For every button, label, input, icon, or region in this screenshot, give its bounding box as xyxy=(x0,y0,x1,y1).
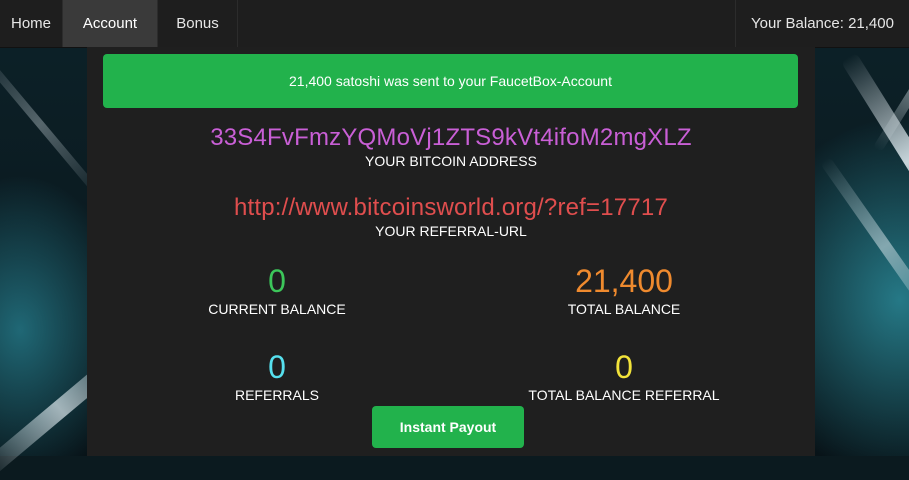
top-navbar: Home Account Bonus Your Balance: 21,400 xyxy=(0,0,909,48)
current-balance-value: 0 xyxy=(268,263,286,299)
referrals-value: 0 xyxy=(268,349,286,385)
nav-home-link[interactable]: Home xyxy=(0,0,63,47)
referrals-label: REFERRALS xyxy=(234,387,320,403)
balance-display: Your Balance: 21,400 xyxy=(735,0,909,47)
bitcoin-address: 33S4FvFmzYQMoVj1ZTS9kVt4ifoM2mgXLZ xyxy=(210,124,692,151)
success-alert: 21,400 satoshi was sent to your FaucetBo… xyxy=(103,54,798,108)
instant-payout-button[interactable]: Instant Payout xyxy=(372,406,524,448)
referral-url-caption: YOUR REFERRAL-URL xyxy=(375,223,527,239)
total-balance-referral-value: 0 xyxy=(615,349,633,385)
nav-account-link[interactable]: Account xyxy=(63,0,158,47)
total-balance-value: 21,400 xyxy=(575,263,673,299)
account-panel: 21,400 satoshi was sent to your FaucetBo… xyxy=(87,47,815,456)
bitcoin-address-caption: YOUR BITCOIN ADDRESS xyxy=(365,153,537,169)
light-streak xyxy=(819,156,909,336)
total-balance-label: TOTAL BALANCE xyxy=(567,301,681,317)
referral-url[interactable]: http://www.bitcoinsworld.org/?ref=17717 xyxy=(87,194,815,222)
current-balance-label: CURRENT BALANCE xyxy=(208,301,346,317)
nav-bonus-link[interactable]: Bonus xyxy=(158,0,238,47)
total-balance-referral-label: TOTAL BALANCE REFERRAL xyxy=(528,387,720,403)
